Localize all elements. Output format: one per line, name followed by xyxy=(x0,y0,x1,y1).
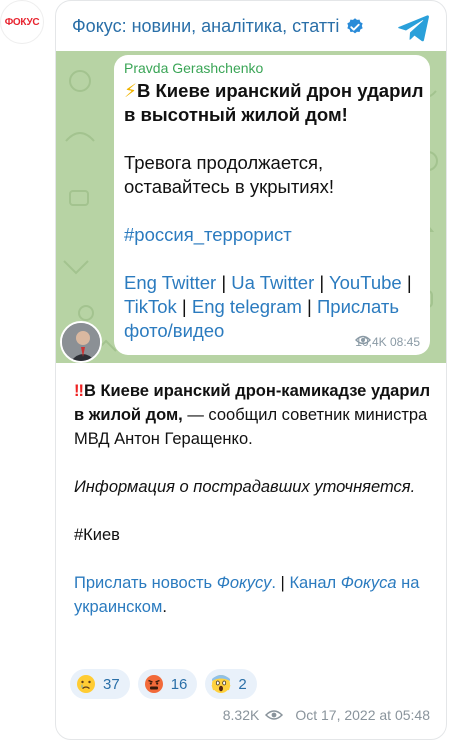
forwarded-line2: Тревога продолжается, оставайтесь в укры… xyxy=(124,152,335,197)
telegram-icon[interactable] xyxy=(398,13,430,43)
source-avatar[interactable]: ФОКУС xyxy=(0,0,44,44)
post-note: Информация о пострадавших уточняется. xyxy=(74,478,416,496)
send-news-link[interactable]: Прислать новость Фокусу. xyxy=(74,574,276,592)
eye-icon xyxy=(265,710,284,720)
forwarded-message[interactable]: Pravda Gerashchenko ⚡В Киеве иранский др… xyxy=(114,55,430,355)
chat-background: Pravda Gerashchenko ⚡В Киеве иранский др… xyxy=(56,51,446,363)
post-date[interactable]: Oct 17, 2022 at 05:48 xyxy=(295,707,430,723)
forwarded-author[interactable]: Pravda Gerashchenko xyxy=(124,60,263,76)
crying-face-icon xyxy=(77,675,95,693)
double-exclamation-icon: ‼ xyxy=(74,382,84,400)
link-eng-telegram[interactable]: Eng telegram xyxy=(192,296,302,317)
link-divider: | xyxy=(275,574,290,592)
reactions-bar: 37 16 2 xyxy=(70,669,265,699)
source-logo: ФОКУС xyxy=(4,16,40,28)
reaction-count: 16 xyxy=(170,675,188,693)
card-header: Фокус: новини, аналітика, статті xyxy=(72,16,434,37)
reaction-angry[interactable]: 16 xyxy=(137,669,198,699)
reaction-count: 2 xyxy=(238,675,247,693)
eye-icon xyxy=(355,335,372,345)
channel-name[interactable]: Фокус: новини, аналітика, статті xyxy=(72,16,339,37)
post-footer: 8.32K Oct 17, 2022 at 05:48 xyxy=(223,707,430,723)
forwarded-time: 08:45 xyxy=(389,335,420,349)
link-ua-twitter[interactable]: Ua Twitter xyxy=(231,272,314,293)
forwarded-headline: В Киеве иранский дрон ударил в высотный … xyxy=(124,80,424,125)
forwarded-text: ⚡В Киеве иранский дрон ударил в высотный… xyxy=(124,79,424,343)
reaction-crying[interactable]: 37 xyxy=(70,669,130,699)
link-eng-twitter[interactable]: Eng Twitter xyxy=(124,272,216,293)
reaction-screaming[interactable]: 2 xyxy=(205,669,257,699)
post-body: ‼В Киеве иранский дрон-камикадзе ударил … xyxy=(74,382,431,616)
screaming-face-icon xyxy=(211,675,231,693)
reaction-count: 37 xyxy=(103,675,120,693)
angry-face-icon xyxy=(144,675,163,693)
forwarded-meta: 10,4K 08:45 xyxy=(355,335,420,349)
verified-badge-icon xyxy=(347,17,363,33)
post-tag[interactable]: #Киев xyxy=(74,526,120,544)
lightning-icon: ⚡ xyxy=(124,80,137,101)
post-card: Фокус: новини, аналітика, статті Pravda … xyxy=(55,0,447,740)
author-photo[interactable] xyxy=(60,321,102,363)
post-views: 8.32K xyxy=(222,707,260,723)
hashtag-link[interactable]: #россия_террорист xyxy=(124,223,424,247)
link-youtube[interactable]: YouTube xyxy=(329,272,402,293)
person-photo xyxy=(62,323,100,361)
links-row: Eng Twitter | Ua Twitter | YouTube | Tik… xyxy=(124,272,412,341)
link-tiktok[interactable]: TikTok xyxy=(124,296,177,317)
